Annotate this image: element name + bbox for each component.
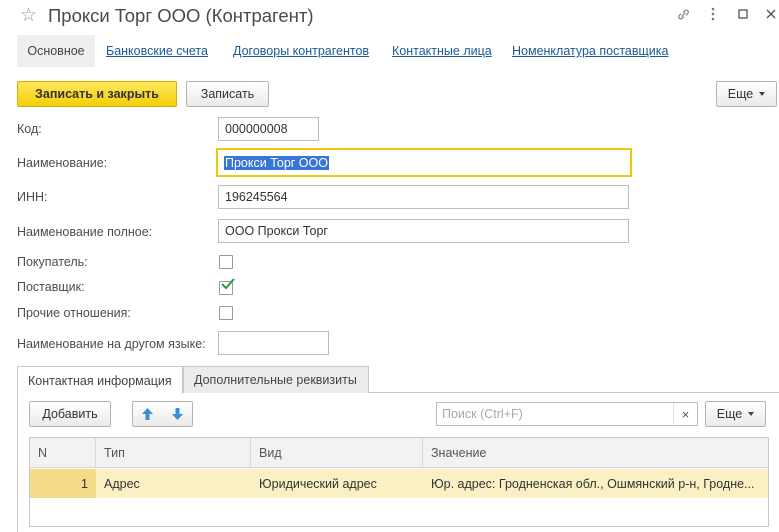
nav-supplier-nomenclature[interactable]: Номенклатура поставщика xyxy=(512,44,668,58)
foreign-name-field[interactable] xyxy=(218,331,329,355)
move-buttons xyxy=(132,401,193,427)
search-input[interactable]: Поиск (Ctrl+F) × xyxy=(436,402,698,426)
arrow-down-icon xyxy=(171,408,183,420)
inn-field[interactable]: 196245564 xyxy=(218,185,629,209)
move-up-button[interactable] xyxy=(133,402,163,426)
other-relations-label: Прочие отношения: xyxy=(17,306,131,320)
search-placeholder: Поиск (Ctrl+F) xyxy=(442,407,523,421)
inn-label: ИНН: xyxy=(17,190,48,204)
contact-more-button[interactable]: Еще xyxy=(705,401,766,427)
buyer-checkbox[interactable] xyxy=(219,255,233,269)
arrow-up-icon xyxy=(142,408,154,420)
link-icon[interactable] xyxy=(674,5,692,23)
code-label: Код: xyxy=(17,122,42,136)
supplier-label: Поставщик: xyxy=(17,280,85,294)
cell-type: Адрес xyxy=(104,476,140,491)
name-field-value: Прокси Торг ООО xyxy=(224,155,329,170)
column-header-kind[interactable]: Вид xyxy=(251,438,423,468)
more-menu-icon[interactable] xyxy=(704,5,722,23)
column-header-type[interactable]: Тип xyxy=(96,438,251,468)
tab-contact-info[interactable]: Контактная информация xyxy=(17,366,183,394)
save-and-close-button[interactable]: Записать и закрыть xyxy=(17,81,177,107)
nav-contact-persons[interactable]: Контактные лица xyxy=(392,44,492,58)
code-field[interactable]: 000000008 xyxy=(218,117,319,141)
name-field[interactable]: Прокси Торг ООО xyxy=(216,148,632,177)
table-row[interactable]: 1 Адрес Юридический адрес Юр. адрес: Гро… xyxy=(30,469,768,498)
close-icon[interactable] xyxy=(762,5,779,23)
column-header-value[interactable]: Значение xyxy=(423,438,768,468)
maximize-icon[interactable] xyxy=(734,5,752,23)
save-button[interactable]: Записать xyxy=(186,81,269,107)
clear-search-icon[interactable]: × xyxy=(673,403,697,425)
more-button-label: Еще xyxy=(727,87,754,101)
chevron-down-icon xyxy=(759,92,766,96)
foreign-name-label: Наименование на другом языке: xyxy=(17,337,206,351)
contact-table: N Тип Вид Значение 1 Адрес Юридический а… xyxy=(29,437,769,527)
cell-n: 1 xyxy=(30,469,96,498)
window-title: Прокси Торг ООО (Контрагент) xyxy=(48,5,314,26)
column-header-n[interactable]: N xyxy=(30,438,96,468)
nav-main[interactable]: Основное xyxy=(17,35,95,67)
more-button[interactable]: Еще xyxy=(716,81,777,107)
contact-more-label: Еще xyxy=(716,407,743,421)
move-down-button[interactable] xyxy=(163,402,193,426)
favorite-star-icon[interactable]: ☆ xyxy=(20,4,37,27)
nav-contracts[interactable]: Договоры контрагентов xyxy=(233,44,369,58)
cell-value: Юр. адрес: Гродненская обл., Ошмянский р… xyxy=(431,476,755,491)
name-label: Наименование: xyxy=(17,156,108,170)
other-relations-checkbox[interactable] xyxy=(219,306,233,320)
buyer-label: Покупатель: xyxy=(17,255,88,269)
tab-additional-details[interactable]: Дополнительные реквизиты xyxy=(183,366,369,393)
full-name-label: Наименование полное: xyxy=(17,225,153,239)
nav-bank-accounts[interactable]: Банковские счета xyxy=(106,44,208,58)
full-name-field[interactable]: ООО Прокси Торг xyxy=(218,219,629,243)
chevron-down-icon xyxy=(748,412,755,416)
checkmark-icon xyxy=(221,278,235,290)
add-button[interactable]: Добавить xyxy=(29,401,111,427)
cell-kind: Юридический адрес xyxy=(259,476,377,491)
